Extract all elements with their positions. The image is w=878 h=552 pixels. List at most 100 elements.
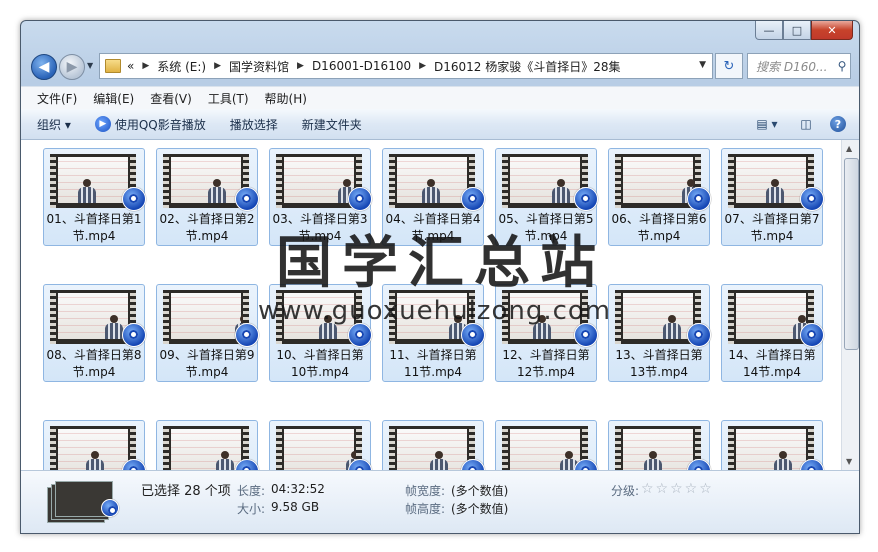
chevron-right-icon[interactable]: ▶ bbox=[142, 61, 149, 71]
file-name: 08、斗首择日第8节.mp4 bbox=[46, 348, 142, 379]
close-button[interactable]: ✕ bbox=[811, 21, 853, 40]
file-name: 14、斗首择日第14节.mp4 bbox=[728, 348, 816, 379]
lecturer-image bbox=[78, 179, 96, 203]
whiteboard-image bbox=[284, 157, 356, 203]
search-input[interactable]: 搜索 D160... ⚲ bbox=[747, 53, 851, 79]
whiteboard-image bbox=[736, 157, 806, 203]
new-folder-label: 新建文件夹 bbox=[301, 117, 362, 132]
lecturer-image bbox=[86, 451, 104, 470]
qq-video-badge-icon bbox=[122, 187, 146, 211]
file-item[interactable]: 07、斗首择日第7节.mp4 bbox=[721, 148, 824, 246]
file-item[interactable]: 14、斗首择日第14节.mp4 bbox=[721, 284, 824, 382]
change-view-button[interactable]: ▤ ▾ bbox=[749, 113, 785, 135]
file-item[interactable]: 13、斗首择日第13节.mp4 bbox=[608, 284, 711, 382]
breadcrumb-item[interactable]: D16012 杨家骏《斗首择日》28集 bbox=[434, 58, 621, 75]
file-name: 06、斗首择日第6节.mp4 bbox=[611, 212, 707, 243]
help-button[interactable]: ? bbox=[827, 113, 849, 135]
breadcrumb-item[interactable]: 系统 (E:) bbox=[157, 58, 206, 75]
file-name: 10、斗首择日第10节.mp4 bbox=[276, 348, 364, 379]
qq-video-badge-icon bbox=[800, 323, 824, 347]
play-selected-button[interactable]: 播放选择 bbox=[230, 116, 278, 133]
qq-video-badge-icon bbox=[800, 459, 824, 470]
file-item[interactable] bbox=[156, 420, 259, 470]
length-value: 04:32:52 bbox=[271, 482, 325, 496]
address-bar[interactable]: « ▶ 系统 (E:) ▶ 国学资料馆 ▶ D16001-D16100 ▶ D1… bbox=[99, 53, 713, 79]
organize-label: 组织 ▾ bbox=[37, 117, 71, 132]
whiteboard-image bbox=[397, 157, 467, 203]
refresh-button[interactable]: ↻ bbox=[715, 53, 743, 79]
size-key: 大小: bbox=[237, 502, 266, 516]
search-icon[interactable]: ⚲ bbox=[834, 59, 850, 73]
new-folder-button[interactable]: 新建文件夹 bbox=[302, 116, 362, 133]
chevron-right-icon[interactable]: ▶ bbox=[419, 61, 426, 71]
rating-stars[interactable]: ☆☆☆☆☆ bbox=[641, 481, 714, 497]
whiteboard-image bbox=[510, 157, 580, 203]
file-name: 02、斗首择日第2节.mp4 bbox=[159, 212, 255, 243]
scroll-down-icon[interactable]: ▼ bbox=[846, 457, 852, 466]
folder-icon bbox=[105, 59, 121, 73]
file-item[interactable] bbox=[43, 420, 146, 470]
length-key: 长度: bbox=[237, 484, 266, 498]
qq-video-badge-icon bbox=[235, 187, 259, 211]
maximize-button[interactable]: □ bbox=[783, 21, 811, 40]
lecturer-image bbox=[422, 179, 440, 203]
forward-button[interactable]: ▶ bbox=[59, 54, 85, 80]
qq-video-badge-icon bbox=[461, 187, 485, 211]
qq-video-badge-icon bbox=[235, 323, 259, 347]
breadcrumb-overflow[interactable]: « bbox=[127, 59, 134, 73]
selection-stack-icon bbox=[47, 479, 119, 523]
menu-edit[interactable]: 编辑(E) bbox=[93, 90, 134, 107]
menu-view[interactable]: 查看(V) bbox=[150, 90, 192, 107]
scroll-up-icon[interactable]: ▲ bbox=[846, 144, 852, 153]
qq-video-badge-icon bbox=[101, 499, 119, 517]
menu-bar: 文件(F) 编辑(E) 查看(V) 工具(T) 帮助(H) bbox=[21, 86, 859, 109]
file-name: 01、斗首择日第1节.mp4 bbox=[46, 212, 142, 243]
vertical-scrollbar[interactable]: ▲ ▼ bbox=[841, 140, 859, 470]
selection-count: 已选择 28 个项 bbox=[141, 484, 231, 499]
play-with-qq-button[interactable]: ▶ 使用QQ影音播放 bbox=[94, 116, 206, 133]
qq-video-badge-icon bbox=[574, 187, 598, 211]
back-button[interactable]: ◀ bbox=[31, 54, 57, 80]
details-pane: 已选择 28 个项 长度: 04:32:52 大小: 9.58 GB 帧宽度: … bbox=[21, 470, 859, 533]
file-item[interactable]: 01、斗首择日第1节.mp4 bbox=[43, 148, 146, 246]
chevron-down-icon[interactable]: ▼ bbox=[699, 60, 706, 70]
watermark-url: www.guoxuehuizong.com bbox=[258, 296, 612, 326]
qq-video-badge-icon bbox=[348, 323, 372, 347]
size-value: 9.58 GB bbox=[271, 500, 320, 514]
file-item[interactable] bbox=[269, 420, 372, 470]
file-item[interactable]: 09、斗首择日第9节.mp4 bbox=[156, 284, 259, 382]
file-name: 12、斗首择日第12节.mp4 bbox=[502, 348, 590, 379]
rating-key: 分级: bbox=[611, 484, 640, 498]
file-item[interactable]: 06、斗首择日第6节.mp4 bbox=[608, 148, 711, 246]
organize-button[interactable]: 组织 ▾ bbox=[37, 116, 71, 133]
chevron-right-icon[interactable]: ▶ bbox=[297, 61, 304, 71]
file-item[interactable] bbox=[382, 420, 485, 470]
frame-height-value: (多个数值) bbox=[451, 502, 509, 516]
whiteboard-image bbox=[171, 293, 253, 339]
whiteboard-image bbox=[58, 429, 128, 470]
qq-video-badge-icon bbox=[574, 323, 598, 347]
lecturer-image bbox=[766, 179, 784, 203]
qq-player-icon: ▶ bbox=[94, 116, 111, 132]
lecturer-image bbox=[552, 179, 570, 203]
breadcrumb-item[interactable]: 国学资料馆 bbox=[229, 58, 289, 75]
qq-video-badge-icon bbox=[461, 323, 485, 347]
menu-help[interactable]: 帮助(H) bbox=[265, 90, 307, 107]
lecturer-image bbox=[216, 451, 234, 470]
frame-height-key: 帧高度: bbox=[405, 502, 446, 516]
file-item[interactable]: 02、斗首择日第2节.mp4 bbox=[156, 148, 259, 246]
minimize-button[interactable]: — bbox=[755, 21, 783, 40]
help-icon: ? bbox=[830, 116, 846, 132]
breadcrumb-item[interactable]: D16001-D16100 bbox=[312, 59, 411, 73]
recent-pages-dropdown-icon[interactable]: ▼ bbox=[87, 61, 93, 70]
play-selected-label: 播放选择 bbox=[229, 117, 278, 132]
scrollbar-thumb[interactable] bbox=[844, 158, 859, 350]
menu-file[interactable]: 文件(F) bbox=[37, 90, 77, 107]
chevron-right-icon[interactable]: ▶ bbox=[214, 61, 221, 71]
menu-tools[interactable]: 工具(T) bbox=[208, 90, 249, 107]
file-item[interactable] bbox=[721, 420, 824, 470]
file-item[interactable] bbox=[495, 420, 598, 470]
file-item[interactable]: 08、斗首择日第8节.mp4 bbox=[43, 284, 146, 382]
file-item[interactable] bbox=[608, 420, 711, 470]
preview-pane-button[interactable]: ◫ bbox=[795, 113, 817, 135]
